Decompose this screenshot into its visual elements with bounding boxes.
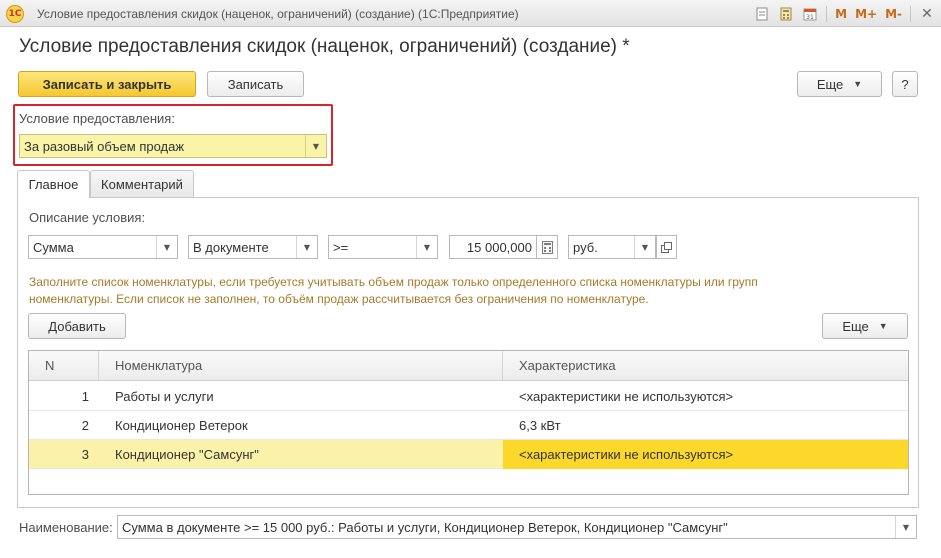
more-menu-label: Еще	[816, 76, 844, 92]
row-characteristic-active-cell[interactable]: <характеристики не используются>	[503, 440, 908, 469]
app-logo-icon[interactable]: 1С	[6, 5, 24, 23]
condition-kind-select[interactable]: Сумма ▼	[28, 235, 178, 259]
list-more-label: Еще	[842, 318, 869, 334]
titlebar-separator	[910, 6, 911, 22]
list-more-menu-button[interactable]: Еще ▼	[822, 313, 908, 339]
row-number: 3	[81, 447, 89, 462]
titlebar-separator	[826, 6, 828, 22]
dropdown-arrow-icon[interactable]: ▼	[156, 236, 177, 258]
save-button[interactable]: Записать	[207, 71, 304, 97]
currency-value: руб.	[573, 240, 598, 255]
comparison-select[interactable]: >= ▼	[328, 235, 438, 259]
save-and-close-button[interactable]: Записать и закрыть	[18, 71, 196, 97]
page-title: Условие предоставления скидок (наценок, …	[19, 36, 630, 57]
table-row[interactable]: 2 Кондиционер Ветерок 6,3 кВт	[29, 411, 908, 440]
close-icon[interactable]: ✕	[919, 6, 935, 22]
chevron-down-icon: ▼	[853, 79, 863, 89]
row-number: 2	[81, 418, 89, 433]
tab-main[interactable]: Главное	[17, 170, 90, 198]
document-icon[interactable]	[754, 6, 770, 22]
currency-select[interactable]: руб. ▼	[568, 235, 656, 259]
condition-value: За разовый объем продаж	[24, 139, 185, 154]
name-value: Сумма в документе >= 15 000 руб.: Работы…	[122, 520, 728, 535]
window-caption: Условие предоставления скидок (наценок, …	[37, 7, 519, 21]
hint-text: Заполните список номенклатуры, если треб…	[29, 275, 758, 306]
row-item[interactable]: Кондиционер Ветерок	[115, 411, 495, 440]
column-header-characteristic[interactable]: Характеристика	[503, 351, 908, 381]
dropdown-arrow-icon[interactable]: ▼	[416, 236, 437, 258]
amount-value: 15 000,000	[466, 240, 532, 255]
window-titlebar: 1С Условие предоставления скидок (нацено…	[0, 0, 941, 27]
description-label: Описание условия:	[29, 210, 146, 225]
calendar-icon[interactable]: 31	[802, 6, 818, 22]
m-icon[interactable]: M	[835, 7, 847, 21]
row-characteristic[interactable]: 6,3 кВт	[519, 411, 899, 440]
add-row-button[interactable]: Добавить	[28, 313, 126, 339]
products-table: N Номенклатура Характеристика 1 Работы и…	[28, 350, 909, 495]
name-input[interactable]: Сумма в документе >= 15 000 руб.: Работы…	[117, 515, 917, 539]
condition-kind-value: Сумма	[33, 240, 74, 255]
name-label: Наименование:	[19, 520, 113, 535]
amount-input[interactable]: 15 000,000	[449, 235, 537, 259]
dropdown-arrow-icon[interactable]: ▼	[296, 236, 317, 258]
dropdown-arrow-icon[interactable]: ▼	[305, 135, 326, 157]
help-button[interactable]: ?	[892, 71, 918, 97]
row-characteristic[interactable]: <характеристики не используются>	[519, 382, 899, 411]
dropdown-arrow-icon[interactable]: ▼	[634, 236, 655, 258]
svg-text:31: 31	[806, 14, 814, 21]
dropdown-arrow-icon[interactable]: ▼	[895, 516, 916, 538]
tab-comment[interactable]: Комментарий	[90, 170, 194, 197]
calculator-icon[interactable]	[537, 235, 558, 259]
condition-label: Условие предоставления:	[19, 111, 175, 126]
column-header-item[interactable]: Номенклатура	[99, 351, 503, 381]
m-minus-icon[interactable]: M-	[885, 7, 902, 21]
chevron-down-icon: ▼	[878, 321, 888, 331]
table-row[interactable]: 1 Работы и услуги <характеристики не исп…	[29, 382, 908, 411]
condition-scope-value: В документе	[193, 240, 269, 255]
open-currency-icon[interactable]	[656, 235, 677, 259]
column-header-number[interactable]: N	[29, 351, 99, 381]
row-item[interactable]: Кондиционер "Самсунг"	[115, 440, 495, 469]
condition-scope-select[interactable]: В документе ▼	[188, 235, 318, 259]
m-plus-icon[interactable]: M+	[855, 7, 877, 21]
table-header: N Номенклатура Характеристика	[29, 351, 908, 381]
table-row-selected[interactable]: 3 Кондиционер "Самсунг" <характеристики …	[29, 440, 908, 469]
calculator-icon[interactable]	[778, 6, 794, 22]
row-item[interactable]: Работы и услуги	[115, 382, 495, 411]
titlebar-icons: 31 M M+ M- ✕	[754, 4, 935, 24]
row-number: 1	[81, 389, 89, 404]
condition-select[interactable]: За разовый объем продаж ▼	[19, 134, 327, 158]
more-menu-button[interactable]: Еще ▼	[797, 71, 882, 97]
comparison-value: >=	[333, 240, 349, 255]
